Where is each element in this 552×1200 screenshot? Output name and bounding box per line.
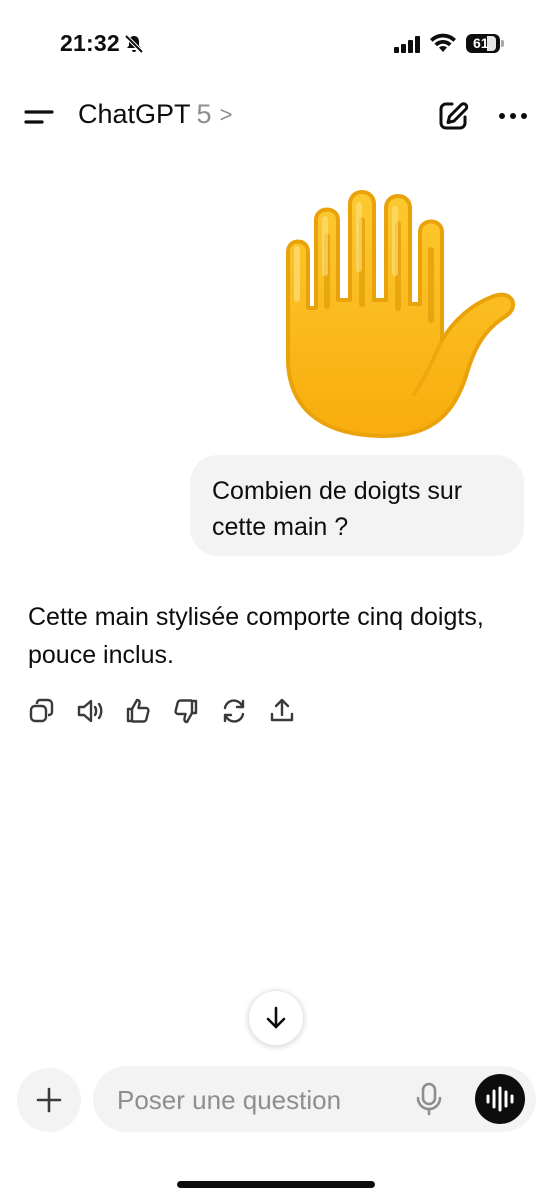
share-icon <box>270 698 294 722</box>
read-aloud-button[interactable] <box>76 694 124 728</box>
status-time: 21:32 <box>60 30 120 56</box>
copy-button[interactable] <box>28 694 76 728</box>
app-title: ChatGPT <box>78 99 191 129</box>
battery-level: 61 <box>473 35 489 51</box>
dictation-button[interactable] <box>413 1082 445 1116</box>
microphone-icon <box>416 1082 442 1116</box>
message-composer <box>93 1066 536 1134</box>
message-actions <box>28 694 316 728</box>
scroll-to-bottom-button[interactable] <box>248 990 304 1046</box>
regenerate-button[interactable] <box>220 694 268 728</box>
cellular-signal-icon <box>394 36 422 58</box>
silent-bell-icon <box>123 33 145 60</box>
compose-icon <box>439 102 469 130</box>
battery-icon: 61 <box>466 34 504 53</box>
speaker-icon <box>77 699 103 723</box>
top-bar: ChatGPT 5 > <box>0 92 552 142</box>
voice-mode-button[interactable] <box>475 1074 525 1124</box>
copy-icon <box>29 698 54 723</box>
attach-button[interactable] <box>17 1068 81 1132</box>
voice-waveform-icon <box>486 1086 514 1112</box>
model-selector[interactable]: ChatGPT 5 > <box>78 99 232 130</box>
regenerate-icon <box>223 699 245 723</box>
thumbs-up-button[interactable] <box>124 694 172 728</box>
new-chat-button[interactable] <box>437 100 469 132</box>
message-input[interactable] <box>115 1066 409 1134</box>
share-button[interactable] <box>268 694 316 728</box>
chevron-right-icon: > <box>219 101 233 127</box>
plus-icon <box>36 1087 62 1113</box>
home-indicator <box>177 1181 375 1188</box>
assistant-message: Cette main stylisée comporte cinq doigts… <box>28 603 484 669</box>
thumbs-down-icon <box>174 699 198 724</box>
sidebar-menu-button[interactable] <box>22 104 56 130</box>
status-bar: 21:32 61 <box>0 0 552 92</box>
arrow-down-icon <box>266 1006 286 1029</box>
user-message-bubble: Combien de doigts sur cette main ? <box>190 455 524 556</box>
thumbs-up-icon <box>126 698 150 723</box>
more-options-button[interactable] <box>496 100 530 132</box>
raised-hand-emoji <box>276 180 520 440</box>
menu-icon <box>24 110 54 124</box>
model-version: 5 <box>196 99 212 129</box>
thumbs-down-button[interactable] <box>172 694 220 728</box>
ellipsis-icon <box>499 113 527 119</box>
wifi-icon <box>430 32 456 58</box>
